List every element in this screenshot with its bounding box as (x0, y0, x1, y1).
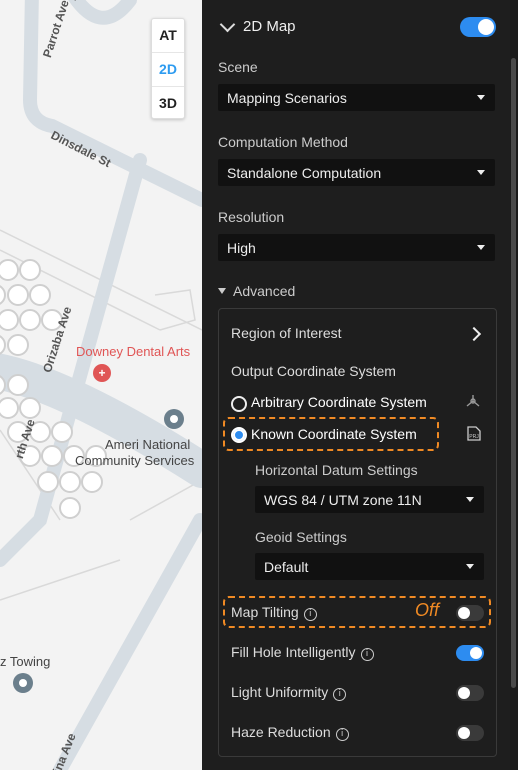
geoid-select[interactable]: Default (255, 553, 484, 580)
chevron-right-icon[interactable] (466, 326, 482, 342)
flight-point-marker (7, 374, 29, 396)
scene-value: Mapping Scenarios (227, 89, 347, 106)
haze-reduction-toggle[interactable] (456, 725, 484, 741)
haze-reduction-label: Haze Reduction (231, 724, 331, 740)
scrollbar-thumb[interactable] (511, 58, 516, 688)
prj-file-icon[interactable]: PRJ (465, 424, 483, 442)
caret-down-icon (466, 497, 474, 502)
info-icon[interactable]: i (360, 648, 374, 661)
scene-label: Scene (218, 59, 258, 75)
flight-point-marker (37, 471, 59, 493)
flight-point-marker (0, 397, 19, 419)
fill-hole-label: Fill Hole Intelligently (231, 644, 356, 660)
region-of-interest-label[interactable]: Region of Interest (231, 325, 342, 341)
map-view[interactable]: Parrot Ave Pa Dinsdale St Orizaba Ave rt… (0, 0, 202, 770)
view-mode-switch: AT 2D 3D (151, 18, 185, 119)
view-button-2d[interactable]: 2D (152, 53, 184, 87)
poi-label-ameri-1: Ameri National (105, 437, 191, 452)
poi-label-dental: Downey Dental Arts (76, 344, 191, 359)
arbitrary-label[interactable]: Arbitrary Coordinate System (251, 394, 427, 410)
map-tilting-off-annotation: Off (415, 600, 440, 620)
flight-point-marker (51, 421, 73, 443)
info-icon[interactable]: i (303, 608, 317, 621)
flight-point-marker (0, 285, 6, 305)
dental-pin-icon[interactable]: + (93, 364, 111, 382)
light-uniformity-label: Light Uniformity (231, 684, 329, 700)
svg-text:PRJ: PRJ (469, 434, 479, 440)
resolution-value: High (227, 239, 256, 256)
advanced-settings-box: Region of Interest Output Coordinate Sys… (218, 308, 497, 757)
flight-point-marker (0, 259, 19, 281)
known-label[interactable]: Known Coordinate System (251, 426, 417, 442)
chevron-down-icon (219, 16, 236, 32)
location-marker-icon[interactable] (13, 673, 33, 693)
computation-label: Computation Method (218, 134, 348, 150)
triangle-down-icon (218, 288, 226, 294)
flight-point-marker (7, 334, 29, 356)
flight-point-marker (29, 284, 51, 306)
2d-map-toggle[interactable] (460, 17, 496, 37)
fill-hole-toggle[interactable] (456, 645, 484, 661)
drone-icon[interactable] (464, 392, 482, 410)
location-marker-icon[interactable] (164, 409, 184, 429)
poi-label-ameri-2: Community Services (75, 453, 195, 468)
info-icon[interactable]: i (335, 728, 349, 741)
known-radio[interactable] (231, 427, 247, 443)
light-uniformity-row: Light Uniformity i (231, 684, 347, 701)
flight-point-marker (41, 445, 63, 467)
flight-point-marker (19, 259, 41, 281)
caret-down-icon (477, 95, 485, 100)
fill-hole-row: Fill Hole Intelligently i (231, 644, 374, 661)
flight-point-marker (81, 471, 103, 493)
caret-down-icon (477, 245, 485, 250)
resolution-label: Resolution (218, 209, 285, 225)
caret-down-icon (477, 170, 485, 175)
map-tilting-row: Map Tilting i (231, 604, 317, 621)
section-header-2d-map[interactable]: 2D Map (218, 14, 296, 38)
section-title: 2D Map (243, 17, 296, 35)
caret-down-icon (466, 564, 474, 569)
horizontal-datum-select[interactable]: WGS 84 / UTM zone 11N (255, 486, 484, 513)
flight-point-marker (7, 284, 29, 306)
geoid-label: Geoid Settings (255, 529, 347, 545)
advanced-toggle[interactable]: Advanced (218, 283, 295, 299)
computation-value: Standalone Computation (227, 164, 382, 181)
flight-point-marker (0, 335, 6, 355)
haze-reduction-row: Haze Reduction i (231, 724, 349, 741)
map-tilting-toggle[interactable] (456, 605, 484, 621)
poi-label-towing: z Towing (0, 654, 51, 669)
view-button-3d[interactable]: 3D (152, 87, 184, 120)
flight-point-marker (59, 497, 81, 519)
flight-point-marker (0, 309, 19, 331)
horizontal-datum-label: Horizontal Datum Settings (255, 462, 418, 478)
view-button-at[interactable]: AT (152, 19, 184, 53)
map-tilting-label: Map Tilting (231, 604, 299, 620)
output-coord-label: Output Coordinate System (231, 363, 396, 379)
flight-point-marker (19, 397, 41, 419)
geoid-value: Default (264, 558, 309, 575)
settings-panel: 2D Map Scene Mapping Scenarios Computati… (202, 0, 518, 770)
horizontal-datum-value: WGS 84 / UTM zone 11N (264, 491, 422, 508)
flight-point-marker (19, 309, 41, 331)
resolution-select[interactable]: High (218, 234, 495, 261)
computation-select[interactable]: Standalone Computation (218, 159, 495, 186)
scene-select[interactable]: Mapping Scenarios (218, 84, 495, 111)
info-icon[interactable]: i (333, 688, 347, 701)
arbitrary-radio[interactable] (231, 396, 247, 412)
flight-point-marker (59, 471, 81, 493)
light-uniformity-toggle[interactable] (456, 685, 484, 701)
advanced-label: Advanced (233, 283, 296, 299)
